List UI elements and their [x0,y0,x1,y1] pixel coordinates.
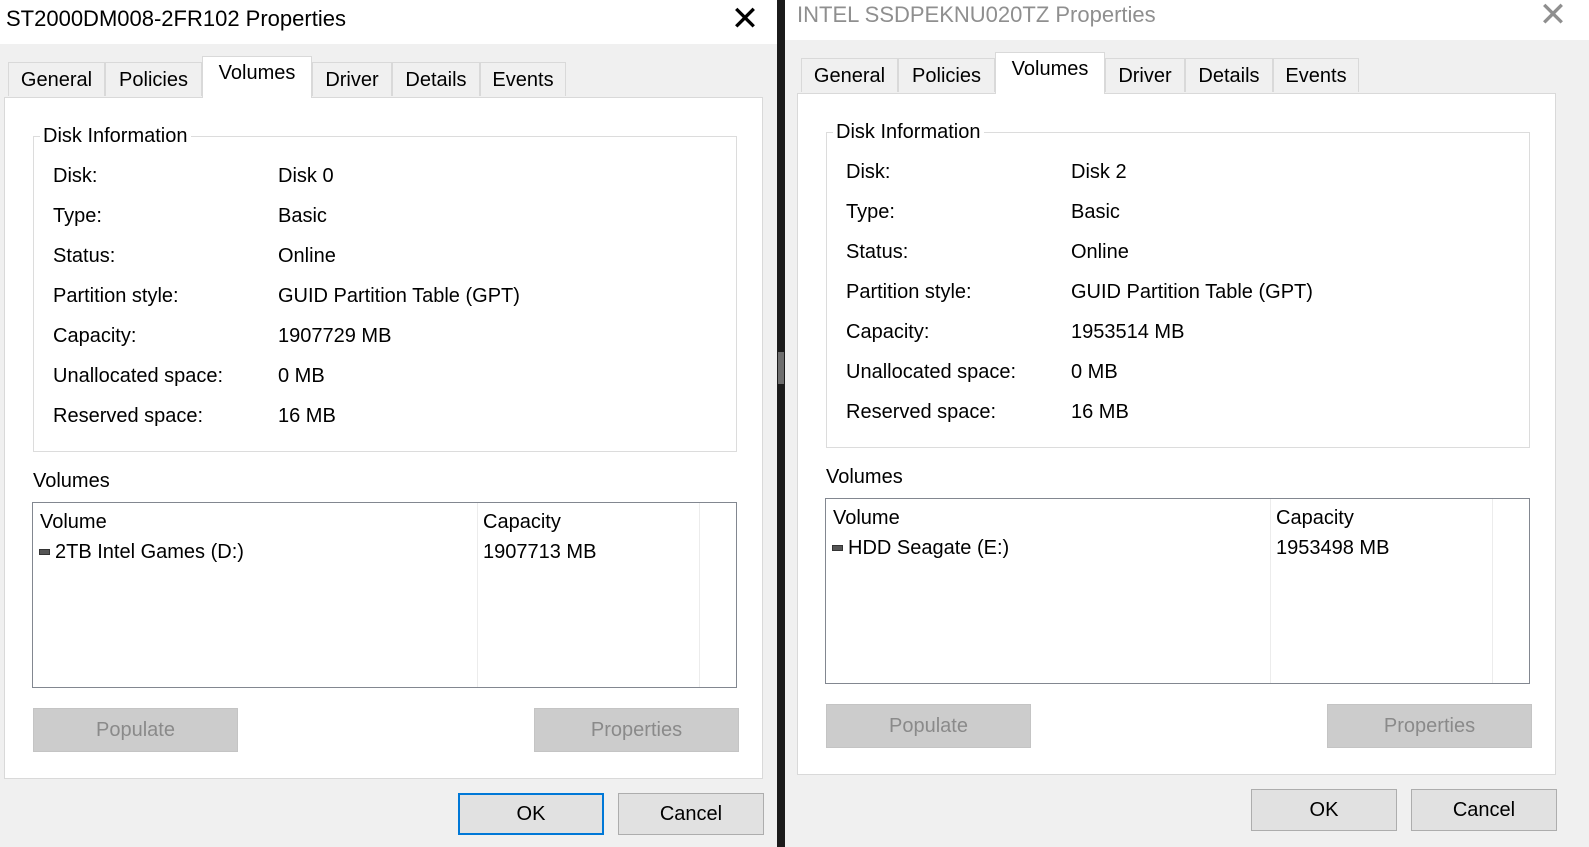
ok-button[interactable]: OK [458,793,604,835]
ok-button[interactable]: OK [1251,789,1397,831]
cancel-button[interactable]: Cancel [1411,789,1557,831]
info-value: Online [1071,241,1129,263]
drive-icon [39,549,50,555]
info-value: Basic [1071,201,1120,223]
info-label: Reserved space: [846,401,997,423]
info-value: Disk 0 [278,165,334,187]
close-icon[interactable]: ✕ [723,2,767,38]
info-label: Type: [846,201,895,223]
tab-general[interactable]: General [801,58,898,92]
info-value: 0 MB [1071,361,1118,383]
properties-dialog-st2000dm008: ST2000DM008-2FR102 Properties ✕ General … [0,0,777,847]
title-bar: ST2000DM008-2FR102 Properties ✕ [0,0,777,44]
info-label: Disk: [846,161,891,183]
info-label: Unallocated space: [53,365,224,387]
volumes-list[interactable]: Volume Capacity HDD Seagate (E:) 1953498… [825,498,1530,684]
info-value: GUID Partition Table (GPT) [278,285,520,307]
info-label: Reserved space: [53,405,204,427]
properties-button[interactable]: Properties [534,708,739,752]
info-label: Disk: [53,165,98,187]
disk-information-group: Disk Information Disk: Disk 2 Type: Basi… [826,119,1530,448]
volume-row[interactable]: HDD Seagate (E:) 1953498 MB [826,535,1529,563]
tab-details[interactable]: Details [1185,58,1273,92]
dialog-title: ST2000DM008-2FR102 Properties [6,6,346,31]
properties-button[interactable]: Properties [1327,704,1532,748]
volume-capacity: 1953498 MB [1276,537,1390,559]
tab-events[interactable]: Events [1273,58,1359,92]
info-value: GUID Partition Table (GPT) [1071,281,1313,303]
title-bar: INTEL SSDPEKNU020TZ Properties ✕ [785,0,1589,40]
info-value: Disk 2 [1071,161,1127,183]
volumes-tab-panel: Disk Information Disk: Disk 0 Type: Basi… [4,97,763,779]
volume-name: 2TB Intel Games (D:) [55,541,244,563]
info-value: 16 MB [1071,401,1129,423]
info-value: Basic [278,205,327,227]
drive-icon [832,545,843,551]
column-separator[interactable] [1270,499,1271,683]
tab-driver[interactable]: Driver [312,62,392,96]
tab-volumes[interactable]: Volumes [202,56,312,98]
volumes-heading: Volumes [826,466,903,488]
group-title: Disk Information [40,123,191,149]
volumes-tab-panel: Disk Information Disk: Disk 2 Type: Basi… [797,93,1556,775]
volume-capacity: 1907713 MB [483,541,597,563]
tab-volumes[interactable]: Volumes [995,52,1105,94]
volumes-heading: Volumes [33,470,110,492]
properties-dialog-intel-ssdpeknu020tz: INTEL SSDPEKNU020TZ Properties ✕ General… [785,0,1589,847]
info-value: 0 MB [278,365,325,387]
disk-information-group: Disk Information Disk: Disk 0 Type: Basi… [33,123,737,452]
info-value: 1953514 MB [1071,321,1185,343]
tab-events[interactable]: Events [480,62,566,96]
info-label: Partition style: [53,285,179,307]
tab-driver[interactable]: Driver [1105,58,1185,92]
column-header-capacity[interactable]: Capacity [1276,505,1354,531]
info-label: Status: [53,245,116,267]
info-label: Unallocated space: [846,361,1017,383]
info-label: Capacity: [53,325,137,347]
column-header-capacity[interactable]: Capacity [483,509,561,535]
volume-name: HDD Seagate (E:) [848,537,1010,559]
scrollbar-grip[interactable] [778,352,784,384]
window-divider [777,0,785,847]
info-value: Online [278,245,336,267]
info-value: 16 MB [278,405,336,427]
populate-button[interactable]: Populate [826,704,1031,748]
populate-button[interactable]: Populate [33,708,238,752]
column-header-volume[interactable]: Volume [833,505,900,531]
info-label: Type: [53,205,102,227]
tab-policies[interactable]: Policies [898,58,995,92]
dialog-title: INTEL SSDPEKNU020TZ Properties [797,2,1156,27]
volume-row[interactable]: 2TB Intel Games (D:) 1907713 MB [33,539,736,567]
cancel-button[interactable]: Cancel [618,793,764,835]
column-separator[interactable] [477,503,478,687]
volumes-list[interactable]: Volume Capacity 2TB Intel Games (D:) 190… [32,502,737,688]
close-icon[interactable]: ✕ [1531,0,1575,34]
info-label: Partition style: [846,281,972,303]
info-label: Status: [846,241,909,263]
column-separator[interactable] [1492,499,1493,683]
tab-policies[interactable]: Policies [105,62,202,96]
column-separator[interactable] [699,503,700,687]
group-title: Disk Information [833,119,984,145]
tab-general[interactable]: General [8,62,105,96]
column-header-volume[interactable]: Volume [40,509,107,535]
tab-details[interactable]: Details [392,62,480,96]
info-value: 1907729 MB [278,325,392,347]
info-label: Capacity: [846,321,930,343]
